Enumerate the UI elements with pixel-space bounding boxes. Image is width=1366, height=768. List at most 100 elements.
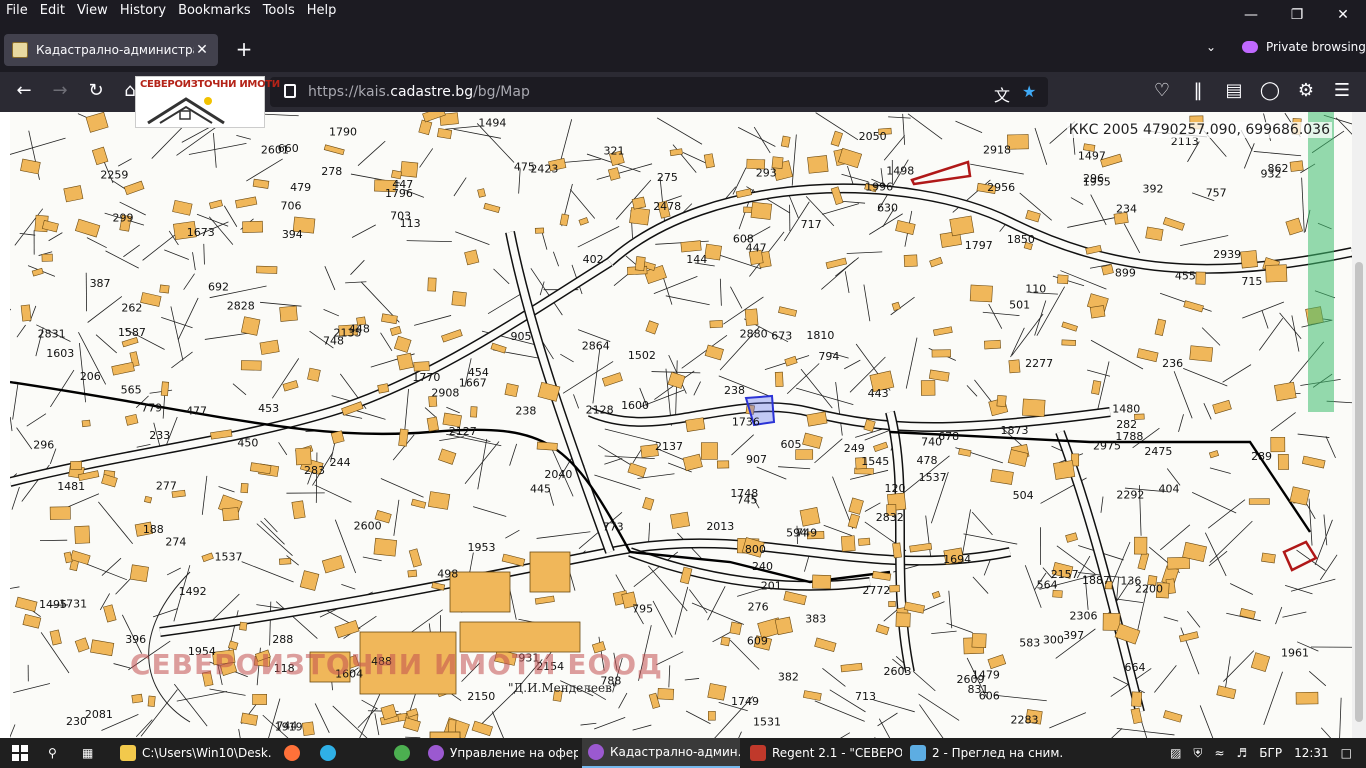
parcel-number-label: 120 [884,482,905,495]
parcel-boundary [693,381,701,396]
app-menu-icon[interactable]: ☰ [1330,80,1354,104]
lock-icon[interactable] [284,84,296,98]
building [1270,436,1286,453]
shield-icon[interactable]: ⛨ [1193,746,1202,761]
taskbar-cadastre[interactable]: Кадастрално-админ... [582,738,740,768]
minimize-button[interactable]: — [1228,0,1274,30]
account-icon[interactable]: ◯ [1258,80,1282,104]
building [631,196,647,210]
parcel-boundary [1209,520,1253,563]
parcel-boundary [878,718,891,738]
building [931,590,941,599]
sidebar-icon[interactable]: ▤ [1222,80,1246,104]
parcel-boundary [1203,403,1212,420]
building [282,380,299,392]
map-toolbar-strip[interactable] [1308,112,1334,412]
building [873,441,889,453]
building [111,361,135,376]
taskbar-offers-label: Управление на офер... [450,746,578,760]
taskbar-chrome[interactable] [388,738,422,768]
clock[interactable]: 12:31 [1294,746,1329,760]
taskbar-explorer[interactable]: C:\Users\Win10\Desk... [114,738,272,768]
url-host: cadastre.bg [390,84,474,100]
parcel-boundary [972,576,989,594]
menu-view[interactable]: View [71,0,114,22]
close-tab-icon[interactable]: ✕ [194,42,210,58]
parcel-number-label: 300 [1043,633,1064,646]
building [1295,691,1319,705]
list-tabs-icon[interactable]: ⌄ [1206,40,1216,54]
translate-icon[interactable]: 文 [994,82,1010,106]
building [323,144,345,156]
forward-button[interactable]: → [48,80,72,104]
parcel-number-label: 387 [90,277,111,290]
start-button[interactable] [6,738,40,768]
restore-button[interactable]: ❐ [1274,0,1320,30]
network-icon[interactable]: ▨ [1170,746,1181,760]
pocket-icon[interactable]: ♡ [1150,80,1174,104]
building [667,371,686,389]
parcel-boundary [87,296,123,323]
map-canvas[interactable]: 1953299277240240439739638714793821480501… [10,112,1352,738]
notifications-icon[interactable]: □ [1341,746,1352,760]
building [1208,450,1220,459]
building [279,305,298,322]
parcel-number-label: 1961 [1281,647,1309,660]
highlighted-parcel-red [910,160,972,186]
close-window-button[interactable]: ✕ [1320,0,1366,30]
cadastral-map[interactable]: 1953 299 2772 402 404 397 396 387 1479 382 1480 501… [10,112,1352,738]
reload-button[interactable]: ↻ [84,80,108,104]
menu-file[interactable]: File [0,0,34,22]
building [41,253,53,262]
parcel-number-label: 448 [349,322,370,335]
building [1216,685,1237,700]
menu-help[interactable]: Help [301,0,343,22]
parcel-boundary [1261,310,1269,329]
building [559,213,570,227]
building [240,712,259,726]
scrollbar-thumb[interactable] [1355,262,1363,722]
taskbar-offers[interactable]: Управление на офер... [422,738,578,768]
building [744,308,759,326]
extensions-icon[interactable]: ⚙ [1294,80,1318,104]
building [278,557,292,565]
parcel-boundary [1339,697,1342,738]
parcel-boundary [1173,371,1193,419]
parcel-boundary [11,486,20,510]
parcel-number-label: 2831 [38,328,66,341]
new-tab-button[interactable]: + [232,38,256,62]
volume-icon[interactable]: ♬ [1237,746,1248,760]
taskbar-edge[interactable] [314,738,348,768]
search-button[interactable]: ⚲ [42,738,72,768]
parcel-boundary [594,474,641,490]
building [1022,398,1046,417]
parcel-boundary [455,231,490,246]
parcel-number-label: 1537 [214,551,242,564]
taskbar-firefox[interactable] [278,738,312,768]
menu-bookmarks[interactable]: Bookmarks [172,0,257,22]
building [90,639,115,657]
menu-history[interactable]: History [114,0,172,22]
parcel-boundary [260,520,285,545]
back-button[interactable]: ← [12,80,36,104]
highlighted-parcel-red [1282,540,1318,572]
url-bar[interactable]: https://kais. cadastre.bg/bg/Map 文 ★ [270,77,1048,107]
bookmark-star-icon[interactable]: ★ [1022,82,1036,101]
parcel-boundary [152,608,179,618]
language-indicator[interactable]: БГР [1259,746,1282,760]
menu-tools[interactable]: Tools [257,0,301,22]
taskbar-regent[interactable]: Regent 2.1 - "СЕВЕРО... [744,738,902,768]
page-scrollbar[interactable] [1352,112,1366,738]
tab-cadastre[interactable]: Кадастрално-административ ✕ [4,34,218,66]
taskbar-preview[interactable]: 2 - Преглед на сним... [904,738,1062,768]
menu-edit[interactable]: Edit [34,0,71,22]
wifi-icon[interactable]: ≈ [1214,746,1224,760]
library-icon[interactable]: ‖ [1186,80,1210,104]
task-view-button[interactable]: ▦ [76,738,106,768]
parcel-number-label: 1850 [1007,233,1035,246]
parcel-boundary [948,590,953,629]
taskbar: ⚲ ▦ C:\Users\Win10\Desk... Управление на… [0,738,1366,768]
parcel-boundary [260,301,302,307]
building [990,468,1014,485]
parcel-number-label: 779 [141,402,162,415]
